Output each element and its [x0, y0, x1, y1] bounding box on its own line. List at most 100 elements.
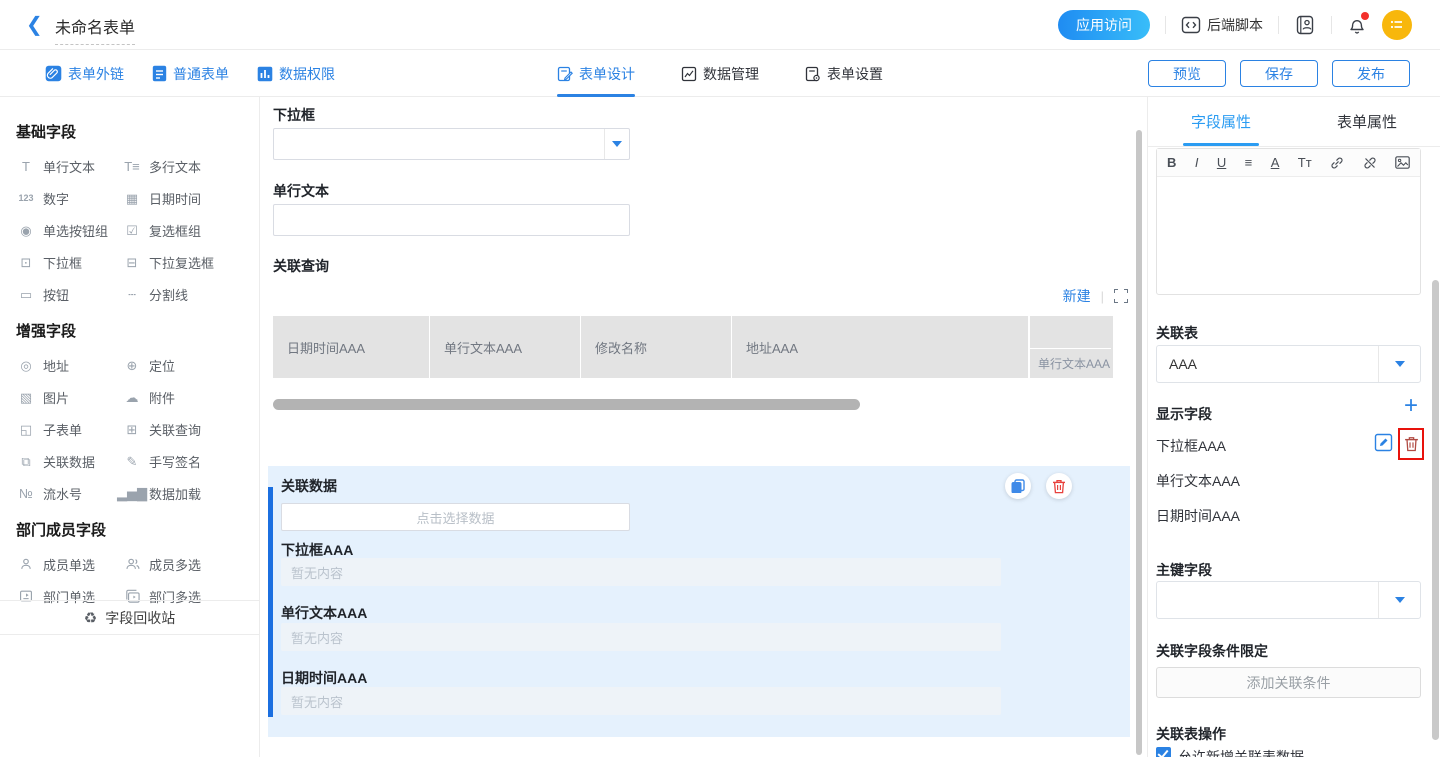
select-suffix[interactable] — [1378, 346, 1420, 382]
add-condition-button[interactable]: 添加关联条件 — [1156, 667, 1421, 698]
linked-data-component-selected[interactable]: 关联数据 点击选择数据 下拉框AAA 暂无内容 单行文本AAA 暂无内容 日期时… — [268, 466, 1130, 737]
person-icon — [16, 557, 36, 571]
linked-table-select[interactable]: AAA — [1156, 345, 1421, 383]
field-item-subform[interactable]: ◱子表单 — [16, 413, 122, 445]
font-color-icon[interactable]: A — [1271, 156, 1280, 169]
field-item-address[interactable]: ◎地址 — [16, 349, 122, 381]
sub-field-label: 日期时间AAA — [281, 668, 367, 688]
publish-button[interactable]: 发布 — [1332, 60, 1410, 87]
tab-form-properties[interactable]: 表单属性 — [1294, 97, 1440, 146]
pick-data-input[interactable]: 点击选择数据 — [281, 503, 630, 531]
fullscreen-icon[interactable] — [1114, 289, 1128, 303]
form-external-link[interactable]: 表单外链 — [45, 64, 124, 84]
form-settings-icon — [805, 66, 821, 82]
field-item-dropdown[interactable]: ⊡下拉框 — [16, 246, 122, 278]
form-canvas: 下拉框 单行文本 关联查询 新建 | 日期时间AAA 单行文本AAA 修改名称 … — [260, 97, 1147, 757]
italic-icon[interactable]: I — [1195, 156, 1199, 169]
field-item-single-line-text[interactable]: T单行文本 — [16, 150, 122, 182]
field-item-geolocation[interactable]: ⊕定位 — [122, 349, 228, 381]
field-recycle-bin[interactable]: ♻ 字段回收站 — [0, 600, 259, 635]
display-field-row: 日期时间AAA — [1156, 506, 1240, 526]
lookup-column-header: 地址AAA — [732, 316, 1030, 378]
editor-content-area[interactable] — [1157, 177, 1420, 294]
align-icon[interactable]: ≡ — [1245, 156, 1253, 169]
description-rich-text-editor[interactable]: B I U ≡ A Tᴛ — [1156, 148, 1421, 295]
field-item-button[interactable]: ▭按钮 — [16, 278, 122, 310]
divider: | — [1101, 289, 1104, 304]
new-record-link[interactable]: 新建 — [1063, 286, 1091, 306]
table-horizontal-scrollbar[interactable] — [273, 399, 860, 410]
field-item-multi-line-text[interactable]: T≡多行文本 — [122, 150, 228, 182]
insert-image-icon[interactable] — [1395, 156, 1410, 169]
back-button[interactable]: ❮ — [26, 13, 43, 37]
notification-bell-icon[interactable] — [1347, 15, 1367, 36]
location-pin-icon: ◎ — [16, 359, 36, 372]
canvas-vertical-scrollbar[interactable] — [1136, 130, 1142, 755]
preview-button[interactable]: 预览 — [1148, 60, 1226, 87]
field-item-attachment[interactable]: ☁附件 — [122, 381, 228, 413]
address-book-icon[interactable] — [1294, 14, 1316, 36]
font-size-icon[interactable]: Tᴛ — [1298, 156, 1312, 169]
field-item-linked-data[interactable]: ⧉关联数据 — [16, 445, 122, 477]
chevron-down-icon — [1395, 361, 1405, 367]
dropdown-field-select[interactable] — [273, 128, 630, 160]
checkbox-icon: ☑ — [122, 224, 142, 237]
select-suffix[interactable] — [1378, 582, 1420, 618]
copy-component-button[interactable] — [1005, 473, 1031, 499]
tab-data-management[interactable]: 数据管理 — [681, 50, 759, 97]
primary-key-select[interactable] — [1156, 581, 1421, 619]
field-item-number[interactable]: 123数字 — [16, 182, 122, 214]
display-field-row: 下拉框AAA — [1156, 436, 1226, 456]
allow-add-checkbox[interactable] — [1156, 747, 1171, 757]
field-item-dropdown-multi[interactable]: ⊟下拉复选框 — [122, 246, 228, 278]
field-item-data-load[interactable]: ▂▅▇数据加载 — [122, 477, 228, 509]
tab-form-design[interactable]: 表单设计 — [557, 50, 635, 97]
field-item-image[interactable]: ▧图片 — [16, 381, 122, 413]
select-suffix[interactable] — [604, 129, 629, 159]
tab-form-settings[interactable]: 表单设置 — [805, 50, 883, 97]
user-avatar[interactable] — [1382, 10, 1412, 40]
lookup-column-empty-cell — [1030, 316, 1111, 349]
field-item-checkbox-group[interactable]: ☑复选框组 — [122, 214, 228, 246]
edit-display-field-button[interactable] — [1374, 433, 1393, 452]
data-permission-link[interactable]: 数据权限 — [257, 64, 335, 84]
divider-icon: ┄ — [122, 288, 142, 301]
field-item-serial-number[interactable]: №流水号 — [16, 477, 122, 509]
form-title[interactable]: 未命名表单 — [55, 14, 135, 45]
save-button[interactable]: 保存 — [1240, 60, 1318, 87]
serial-number-icon: № — [16, 487, 36, 500]
underline-icon[interactable]: U — [1217, 156, 1226, 169]
target-icon: ⊕ — [122, 359, 142, 372]
text-field-input[interactable] — [273, 204, 630, 236]
sub-field-label: 单行文本AAA — [281, 603, 367, 623]
field-library-sidebar: 基础字段 T单行文本 T≡多行文本 123数字 ▦日期时间 ◉单选按钮组 ☑复选… — [0, 97, 260, 757]
tab-field-properties[interactable]: 字段属性 — [1148, 97, 1294, 146]
field-item-radio-group[interactable]: ◉单选按钮组 — [16, 214, 122, 246]
add-display-field-button[interactable]: + — [1404, 397, 1418, 415]
code-icon — [1181, 15, 1201, 35]
field-item-linked-query[interactable]: ⊞关联查询 — [122, 413, 228, 445]
field-item-label: 单选按钮组 — [43, 221, 108, 240]
normal-form-link[interactable]: 普通表单 — [152, 64, 229, 84]
chevron-down-icon — [612, 141, 622, 147]
field-item-signature[interactable]: ✎手写签名 — [122, 445, 228, 477]
linked-data-label: 关联数据 — [281, 476, 337, 496]
backend-script-button[interactable]: 后端脚本 — [1181, 15, 1263, 35]
lookup-field-label: 关联查询 — [273, 256, 329, 276]
app-header: ❮ 未命名表单 应用访问 后端脚本 — [0, 0, 1440, 50]
field-item-label: 下拉复选框 — [149, 253, 214, 272]
delete-display-field-button-highlighted[interactable] — [1398, 428, 1424, 460]
delete-component-button[interactable] — [1046, 473, 1072, 499]
field-item-divider[interactable]: ┄分割线 — [122, 278, 228, 310]
secondary-toolbar: 表单外链 普通表单 数据权限 表单设计 — [0, 50, 1440, 97]
field-item-member-single[interactable]: 成员单选 — [16, 548, 122, 580]
bold-icon[interactable]: B — [1167, 156, 1176, 169]
panel-vertical-scrollbar[interactable] — [1432, 280, 1439, 740]
selection-accent-bar — [268, 487, 273, 717]
app-access-button[interactable]: 应用访问 — [1058, 10, 1150, 40]
field-item-datetime[interactable]: ▦日期时间 — [122, 182, 228, 214]
basic-fields-grid: T单行文本 T≡多行文本 123数字 ▦日期时间 ◉单选按钮组 ☑复选框组 ⊡下… — [16, 150, 243, 310]
unlink-icon[interactable] — [1363, 156, 1377, 170]
link-icon[interactable] — [1330, 156, 1344, 170]
field-item-member-multi[interactable]: 成员多选 — [122, 548, 228, 580]
